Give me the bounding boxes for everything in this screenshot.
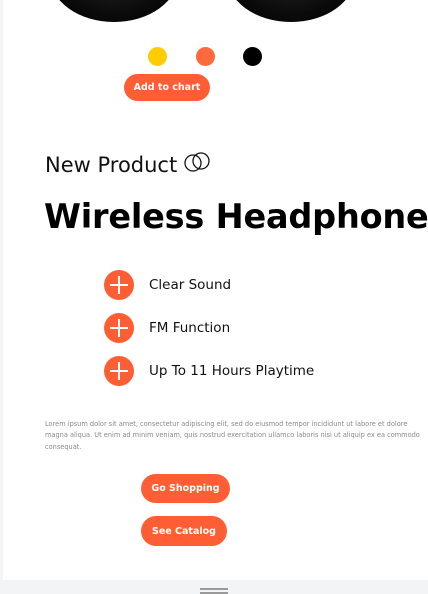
plus-circle-icon — [104, 356, 134, 386]
plus-circle-icon — [104, 270, 134, 300]
feature-label: Clear Sound — [149, 277, 232, 293]
headphone-right-earcup-image — [227, 0, 355, 22]
color-swatch-orange[interactable] — [196, 47, 215, 66]
drag-handle-bar — [200, 588, 228, 590]
add-to-cart-button[interactable]: Add to chart — [124, 74, 210, 101]
color-swatch-yellow[interactable] — [148, 47, 167, 66]
feature-item: Clear Sound — [104, 270, 231, 300]
plus-circle-icon — [104, 313, 134, 343]
feature-label: Up To 11 Hours Playtime — [149, 363, 315, 379]
rings-icon — [183, 152, 211, 178]
go-shopping-button[interactable]: Go Shopping — [141, 474, 230, 503]
feature-label: FM Function — [149, 320, 231, 336]
feature-item: Up To 11 Hours Playtime — [104, 356, 314, 386]
new-product-label: New Product — [45, 153, 178, 177]
headphone-left-earcup-image — [50, 0, 178, 22]
feature-item: FM Function — [104, 313, 230, 343]
see-catalog-button[interactable]: See Catalog — [141, 516, 227, 546]
product-description: Lorem ipsum dolor sit amet, consectetur … — [45, 419, 420, 451]
product-title: Wireless Headphone — [44, 197, 428, 236]
new-product-heading: New Product — [45, 152, 211, 178]
product-page: Add to chart New Product Wireless Headph… — [3, 0, 428, 580]
color-swatch-black[interactable] — [243, 47, 262, 66]
